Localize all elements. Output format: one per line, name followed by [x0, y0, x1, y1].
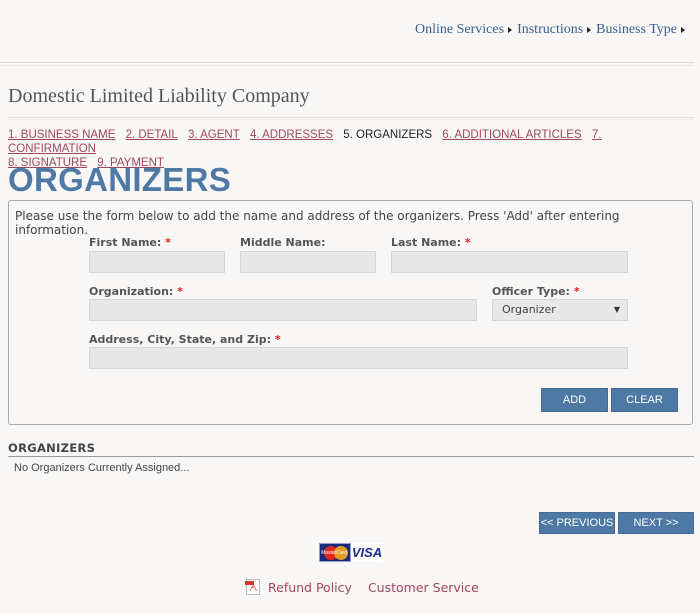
next-button[interactable]: NEXT >> — [618, 512, 694, 534]
first-name-label-text: First Name: — [89, 236, 162, 249]
organization-label-text: Organization: — [89, 285, 174, 298]
customer-service-link[interactable]: Customer Service — [368, 580, 479, 595]
footer-links: ᗅ Refund Policy Customer Service — [245, 579, 479, 595]
nav-link-business-type[interactable]: Business Type — [596, 22, 677, 38]
triangle-right-icon — [508, 27, 513, 33]
address-label: Address, City, State, and Zip: * — [89, 333, 281, 346]
refund-policy-link[interactable]: Refund Policy — [268, 580, 352, 595]
step-agent[interactable]: 3. AGENT — [188, 129, 240, 141]
pdf-icon: ᗅ — [245, 579, 260, 595]
clear-button[interactable]: CLEAR — [611, 388, 678, 412]
address-label-text: Address, City, State, and Zip: — [89, 333, 271, 346]
middle-name-label: Middle Name: — [240, 236, 325, 249]
step-organizers-current: 5. ORGANIZERS — [343, 129, 433, 141]
triangle-right-icon — [681, 27, 685, 33]
mastercard-logo-text: MasterCard — [321, 550, 348, 556]
form-instructions: Please use the form below to add the nam… — [15, 209, 620, 237]
first-name-input[interactable] — [89, 251, 225, 273]
required-marker: * — [165, 236, 171, 249]
organizers-list-divider — [8, 456, 694, 457]
required-marker: * — [177, 285, 183, 298]
triangle-right-icon — [587, 27, 592, 33]
page-title: Domestic Limited Liability Company — [8, 85, 310, 107]
officer-type-label-text: Officer Type: — [492, 285, 570, 298]
add-button[interactable]: ADD — [541, 388, 608, 412]
last-name-input[interactable] — [391, 251, 628, 273]
step-detail[interactable]: 2. DETAIL — [126, 129, 178, 141]
mastercard-logo-icon: MasterCard — [319, 543, 351, 562]
organizer-form: Please use the form below to add the nam… — [8, 200, 693, 425]
first-name-label: First Name: * — [89, 236, 171, 249]
top-breadcrumb-nav: Online Services Instructions Business Ty… — [415, 22, 690, 38]
address-input[interactable] — [89, 347, 628, 369]
organization-label: Organization: * — [89, 285, 183, 298]
last-name-label-text: Last Name: — [391, 236, 462, 249]
step-addresses[interactable]: 4. ADDRESSES — [250, 129, 333, 141]
required-marker: * — [464, 236, 471, 249]
visa-logo-icon: VISA — [351, 543, 383, 562]
dropdown-arrow-icon: ▼ — [613, 305, 620, 314]
required-marker: * — [274, 333, 281, 346]
organizers-empty-message: No Organizers Currently Assigned... — [14, 462, 190, 474]
organizers-list-header: ORGANIZERS — [8, 441, 96, 455]
nav-link-instructions[interactable]: Instructions — [517, 22, 583, 38]
officer-type-selected-value: Organizer — [502, 303, 556, 316]
required-marker: * — [573, 285, 580, 298]
previous-button[interactable]: << PREVIOUS — [539, 512, 615, 534]
last-name-label: Last Name: * — [391, 236, 471, 249]
nav-link-online-services[interactable]: Online Services — [415, 22, 504, 38]
officer-type-label: Officer Type: * — [492, 285, 580, 298]
middle-name-label-text: Middle Name: — [240, 236, 326, 249]
header-divider — [0, 62, 694, 66]
organization-input[interactable] — [89, 299, 477, 321]
step-additional-articles[interactable]: 6. ADDITIONAL ARTICLES — [442, 129, 581, 141]
payment-logos: MasterCard VISA — [319, 543, 383, 562]
step-business-name[interactable]: 1. BUSINESS NAME — [8, 129, 115, 141]
middle-name-input[interactable] — [240, 251, 376, 273]
section-title: ORGANIZERS — [8, 161, 232, 198]
officer-type-select[interactable]: Organizer ▼ — [492, 299, 628, 321]
title-divider — [8, 117, 694, 120]
